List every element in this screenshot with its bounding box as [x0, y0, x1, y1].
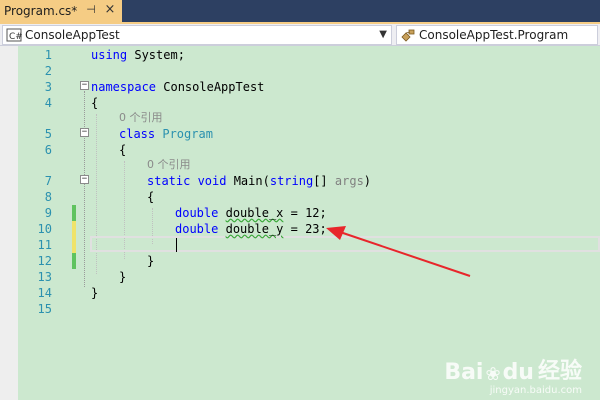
- text-caret: [176, 238, 177, 252]
- code-line-6[interactable]: {: [119, 142, 126, 158]
- code-line-14[interactable]: }: [91, 285, 98, 301]
- line-number: 2: [44, 64, 52, 78]
- csharp-project-icon: C#: [6, 28, 23, 42]
- line-number: 3: [44, 80, 52, 94]
- collapse-method-icon[interactable]: −: [80, 175, 89, 184]
- project-dropdown[interactable]: C# ConsoleAppTest ▼: [2, 25, 392, 45]
- type-dropdown[interactable]: ConsoleAppTest.Program: [396, 25, 598, 45]
- line-number: 6: [44, 143, 52, 157]
- unsaved-change-marker: [72, 237, 76, 253]
- editor-margin: [0, 46, 18, 400]
- line-number: 14: [37, 286, 52, 300]
- class-icon: [400, 28, 416, 42]
- saved-change-marker: [72, 253, 76, 269]
- code-line-4[interactable]: {: [91, 95, 98, 111]
- pin-icon[interactable]: ⊣: [84, 3, 98, 17]
- line-number: 10: [37, 222, 52, 236]
- svg-text:C#: C#: [9, 32, 22, 42]
- code-line-3[interactable]: namespace ConsoleAppTest: [91, 79, 264, 95]
- navigation-bar: C# ConsoleAppTest ▼ ConsoleAppTest.Progr…: [0, 24, 600, 46]
- code-line-8[interactable]: {: [147, 189, 154, 205]
- current-line-highlight: [90, 236, 600, 252]
- tab-title: Program.cs*: [4, 4, 78, 18]
- line-number: 12: [37, 254, 52, 268]
- codelens-references[interactable]: 0 个引用: [147, 157, 191, 173]
- line-number: 7: [44, 174, 52, 188]
- close-icon[interactable]: ×: [103, 3, 117, 17]
- codelens-references[interactable]: 0 个引用: [119, 110, 163, 126]
- line-number: 1: [44, 48, 52, 62]
- baidu-watermark: Bai ❀ du 经验 jingyan.baidu.com: [444, 359, 582, 396]
- type-dropdown-value: ConsoleAppTest.Program: [419, 28, 569, 42]
- line-number: 13: [37, 270, 52, 284]
- warning-squiggle: double_y: [225, 222, 284, 236]
- code-line-9[interactable]: double double_x = 12;: [175, 205, 327, 221]
- saved-change-marker: [72, 205, 76, 221]
- collapse-class-icon[interactable]: −: [80, 128, 89, 137]
- warning-squiggle: double_x: [225, 206, 284, 220]
- code-line-13[interactable]: }: [119, 269, 126, 285]
- code-line-1[interactable]: using System;: [91, 47, 185, 63]
- document-tab-strip: Program.cs* ⊣ ×: [0, 0, 600, 22]
- code-line-12[interactable]: }: [147, 253, 154, 269]
- line-number: 15: [37, 302, 52, 316]
- unsaved-change-marker: [72, 221, 76, 237]
- chevron-down-icon[interactable]: ▼: [379, 29, 387, 40]
- outline-line: [84, 91, 85, 287]
- tab-program-cs[interactable]: Program.cs* ⊣ ×: [0, 0, 122, 22]
- code-line-10[interactable]: double double_y = 23;: [175, 221, 327, 237]
- project-dropdown-value: ConsoleAppTest: [25, 28, 120, 42]
- paw-icon: ❀: [485, 364, 501, 385]
- code-line-7[interactable]: static void Main(string[] args): [147, 173, 371, 189]
- line-number: 5: [44, 127, 52, 141]
- line-number: 4: [44, 96, 52, 110]
- line-number: 11: [37, 238, 52, 252]
- collapse-namespace-icon[interactable]: −: [80, 81, 89, 90]
- line-number: 9: [44, 206, 52, 220]
- line-number: 8: [44, 190, 52, 204]
- code-line-5[interactable]: class Program: [119, 126, 213, 142]
- code-editor[interactable]: 1 2 3 4 5 6 7 8 9 10 11 12 13 14 15 − − …: [0, 46, 600, 400]
